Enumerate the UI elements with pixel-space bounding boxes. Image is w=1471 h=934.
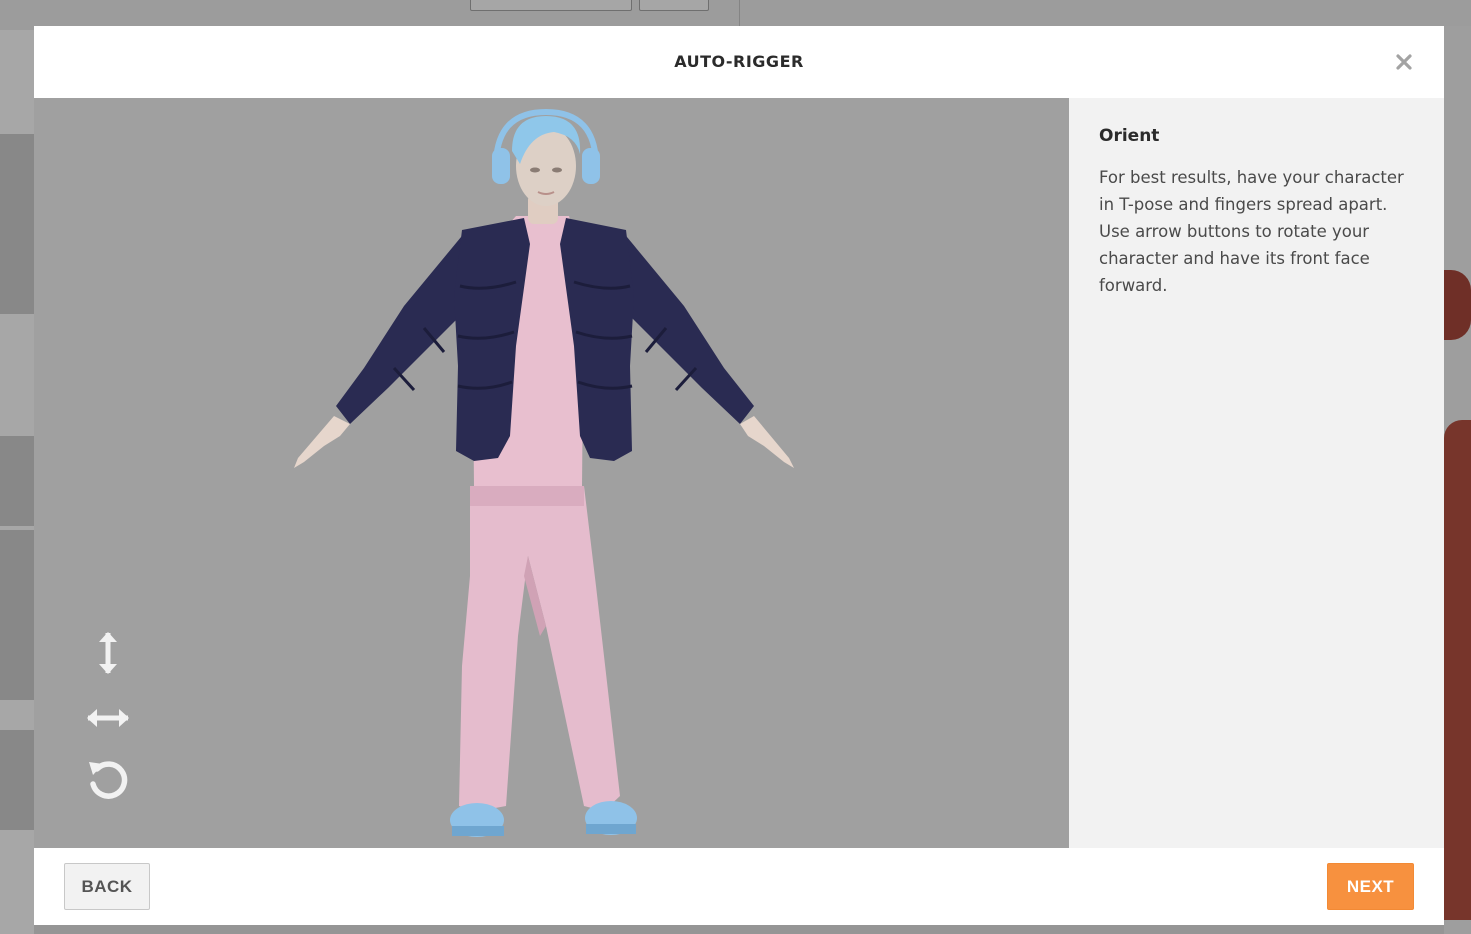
modal-header: AUTO-RIGGER xyxy=(34,26,1444,98)
rotate-horizontal-button[interactable] xyxy=(78,693,138,743)
next-button[interactable]: NEXT xyxy=(1327,863,1414,910)
undo-rotate-icon xyxy=(89,761,128,799)
modal-title: AUTO-RIGGER xyxy=(674,52,804,71)
auto-rigger-modal: AUTO-RIGGER Orient For best results, hav… xyxy=(34,26,1444,925)
rotation-controls xyxy=(78,628,138,808)
close-icon[interactable] xyxy=(1394,52,1414,72)
character-model xyxy=(294,108,794,837)
instructions-panel: Orient For best results, have your chara… xyxy=(1069,98,1444,848)
back-button[interactable]: BACK xyxy=(64,863,150,910)
reset-rotation-button[interactable] xyxy=(78,756,138,806)
panel-heading: Orient xyxy=(1099,126,1160,146)
panel-text: For best results, have your character in… xyxy=(1099,168,1404,295)
rotate-vertical-button[interactable] xyxy=(78,628,138,678)
vertical-arrows-icon xyxy=(99,632,117,674)
3d-viewport[interactable] xyxy=(34,98,1069,848)
horizontal-arrows-icon xyxy=(87,709,129,727)
modal-footer: BACK NEXT xyxy=(34,848,1444,925)
